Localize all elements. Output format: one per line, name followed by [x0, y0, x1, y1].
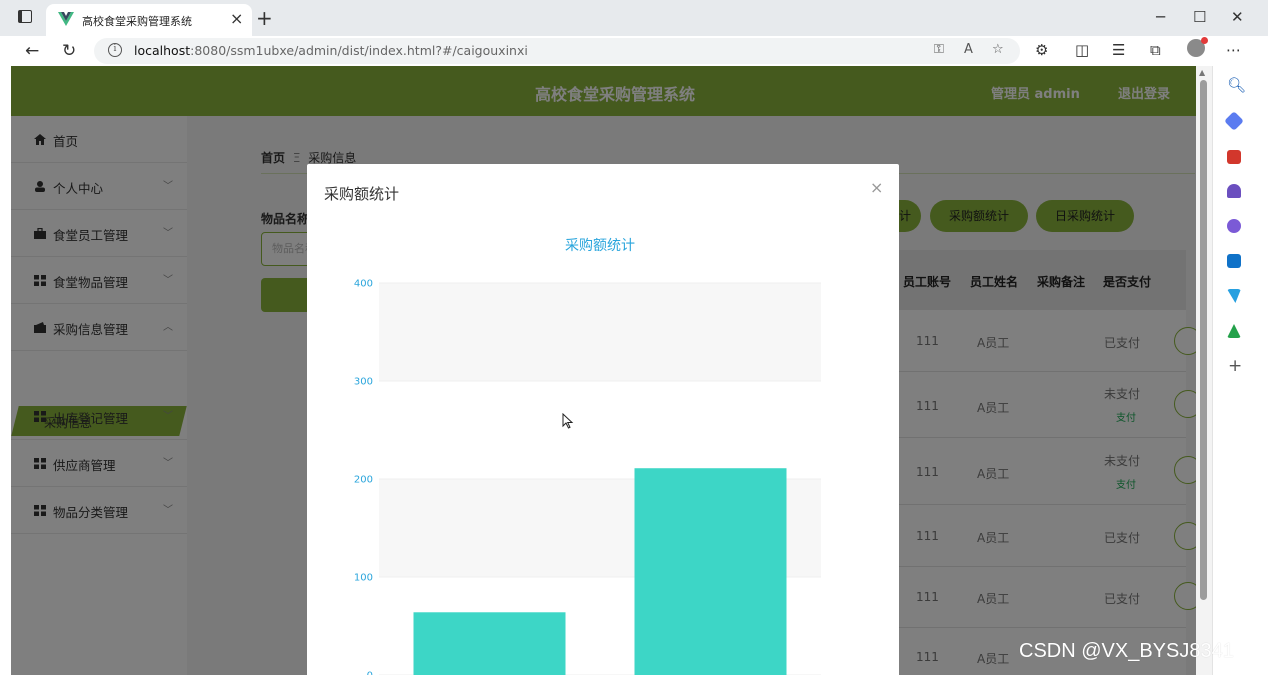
favorite-star-icon[interactable]: ☆: [992, 42, 1004, 57]
stats-modal: 采购额统计 × 0100200300400采购额统计: [307, 164, 899, 675]
y-tick-label: 400: [354, 279, 373, 290]
url-text: localhost:8080/ssm1ubxe/admin/dist/index…: [134, 43, 528, 58]
minimize-icon[interactable]: ─: [1156, 8, 1165, 26]
chart-title: 采购额统计: [565, 238, 635, 254]
scroll-up-icon[interactable]: ▲: [1199, 68, 1205, 77]
grid-band: [379, 283, 821, 381]
copilot-icon[interactable]: [1227, 219, 1241, 233]
tab-actions-icon[interactable]: [18, 10, 32, 23]
drop-icon[interactable]: [1227, 289, 1241, 303]
page-scrollbar[interactable]: ▲: [1196, 66, 1212, 675]
search-icon[interactable]: 🔍︎: [1227, 76, 1246, 94]
watermark-text: CSDN @VX_BYSJ8341: [1019, 640, 1234, 662]
site-info-icon[interactable]: i: [108, 43, 122, 57]
split-screen-icon[interactable]: ◫: [1075, 41, 1089, 59]
back-icon[interactable]: ←: [25, 40, 39, 62]
vue-logo-icon: [58, 12, 74, 26]
close-window-icon[interactable]: ✕: [1231, 8, 1244, 26]
browser-tab[interactable]: 高校食堂采购管理系统 ×: [46, 4, 252, 36]
new-tab-icon[interactable]: +: [256, 6, 273, 30]
bar: [634, 468, 787, 675]
url-input[interactable]: i localhost:8080/ssm1ubxe/admin/dist/ind…: [94, 38, 1020, 64]
address-bar: ← ↻ i localhost:8080/ssm1ubxe/admin/dist…: [0, 36, 1268, 66]
outlook-icon[interactable]: [1227, 254, 1241, 268]
reload-icon[interactable]: ↻: [62, 40, 76, 62]
bar: [413, 612, 566, 675]
toolbox-icon[interactable]: [1227, 150, 1241, 164]
maximize-icon[interactable]: ☐: [1193, 8, 1206, 26]
favorites-icon[interactable]: ☰: [1112, 41, 1125, 59]
tab-title: 高校食堂采购管理系统: [82, 15, 192, 28]
scrollbar-thumb[interactable]: [1200, 80, 1207, 600]
y-tick-label: 200: [354, 475, 373, 486]
app-root: 高校食堂采购管理系统 管理员 admin 退出登录 首页 个人中心 ﹀ 食堂员工…: [11, 66, 1196, 675]
key-icon[interactable]: ⚿: [934, 42, 944, 57]
y-tick-label: 0: [367, 671, 373, 675]
tree-icon[interactable]: [1227, 324, 1241, 338]
browser-tab-bar: 高校食堂采购管理系统 × + ─ ☐ ✕: [0, 0, 1268, 36]
add-icon[interactable]: +: [1228, 356, 1242, 376]
grid-band: [379, 381, 821, 479]
bar-chart: 0 100 200 300 400 采购额统计: [354, 238, 821, 675]
y-tick-label: 300: [354, 377, 373, 388]
profile-avatar[interactable]: [1187, 37, 1208, 57]
mouse-cursor-icon: [562, 413, 574, 429]
browser-side-panel: 🔍︎ +: [1212, 66, 1268, 675]
read-aloud-icon[interactable]: A: [964, 42, 973, 57]
more-menu-icon[interactable]: ⋯: [1226, 41, 1241, 59]
collections-icon[interactable]: ⧉: [1150, 41, 1161, 59]
tab-close-icon[interactable]: ×: [230, 10, 243, 28]
extensions-icon[interactable]: ⚙: [1035, 41, 1048, 59]
games-icon[interactable]: [1227, 184, 1241, 198]
y-tick-label: 100: [354, 573, 373, 584]
tag-icon[interactable]: [1224, 111, 1244, 131]
